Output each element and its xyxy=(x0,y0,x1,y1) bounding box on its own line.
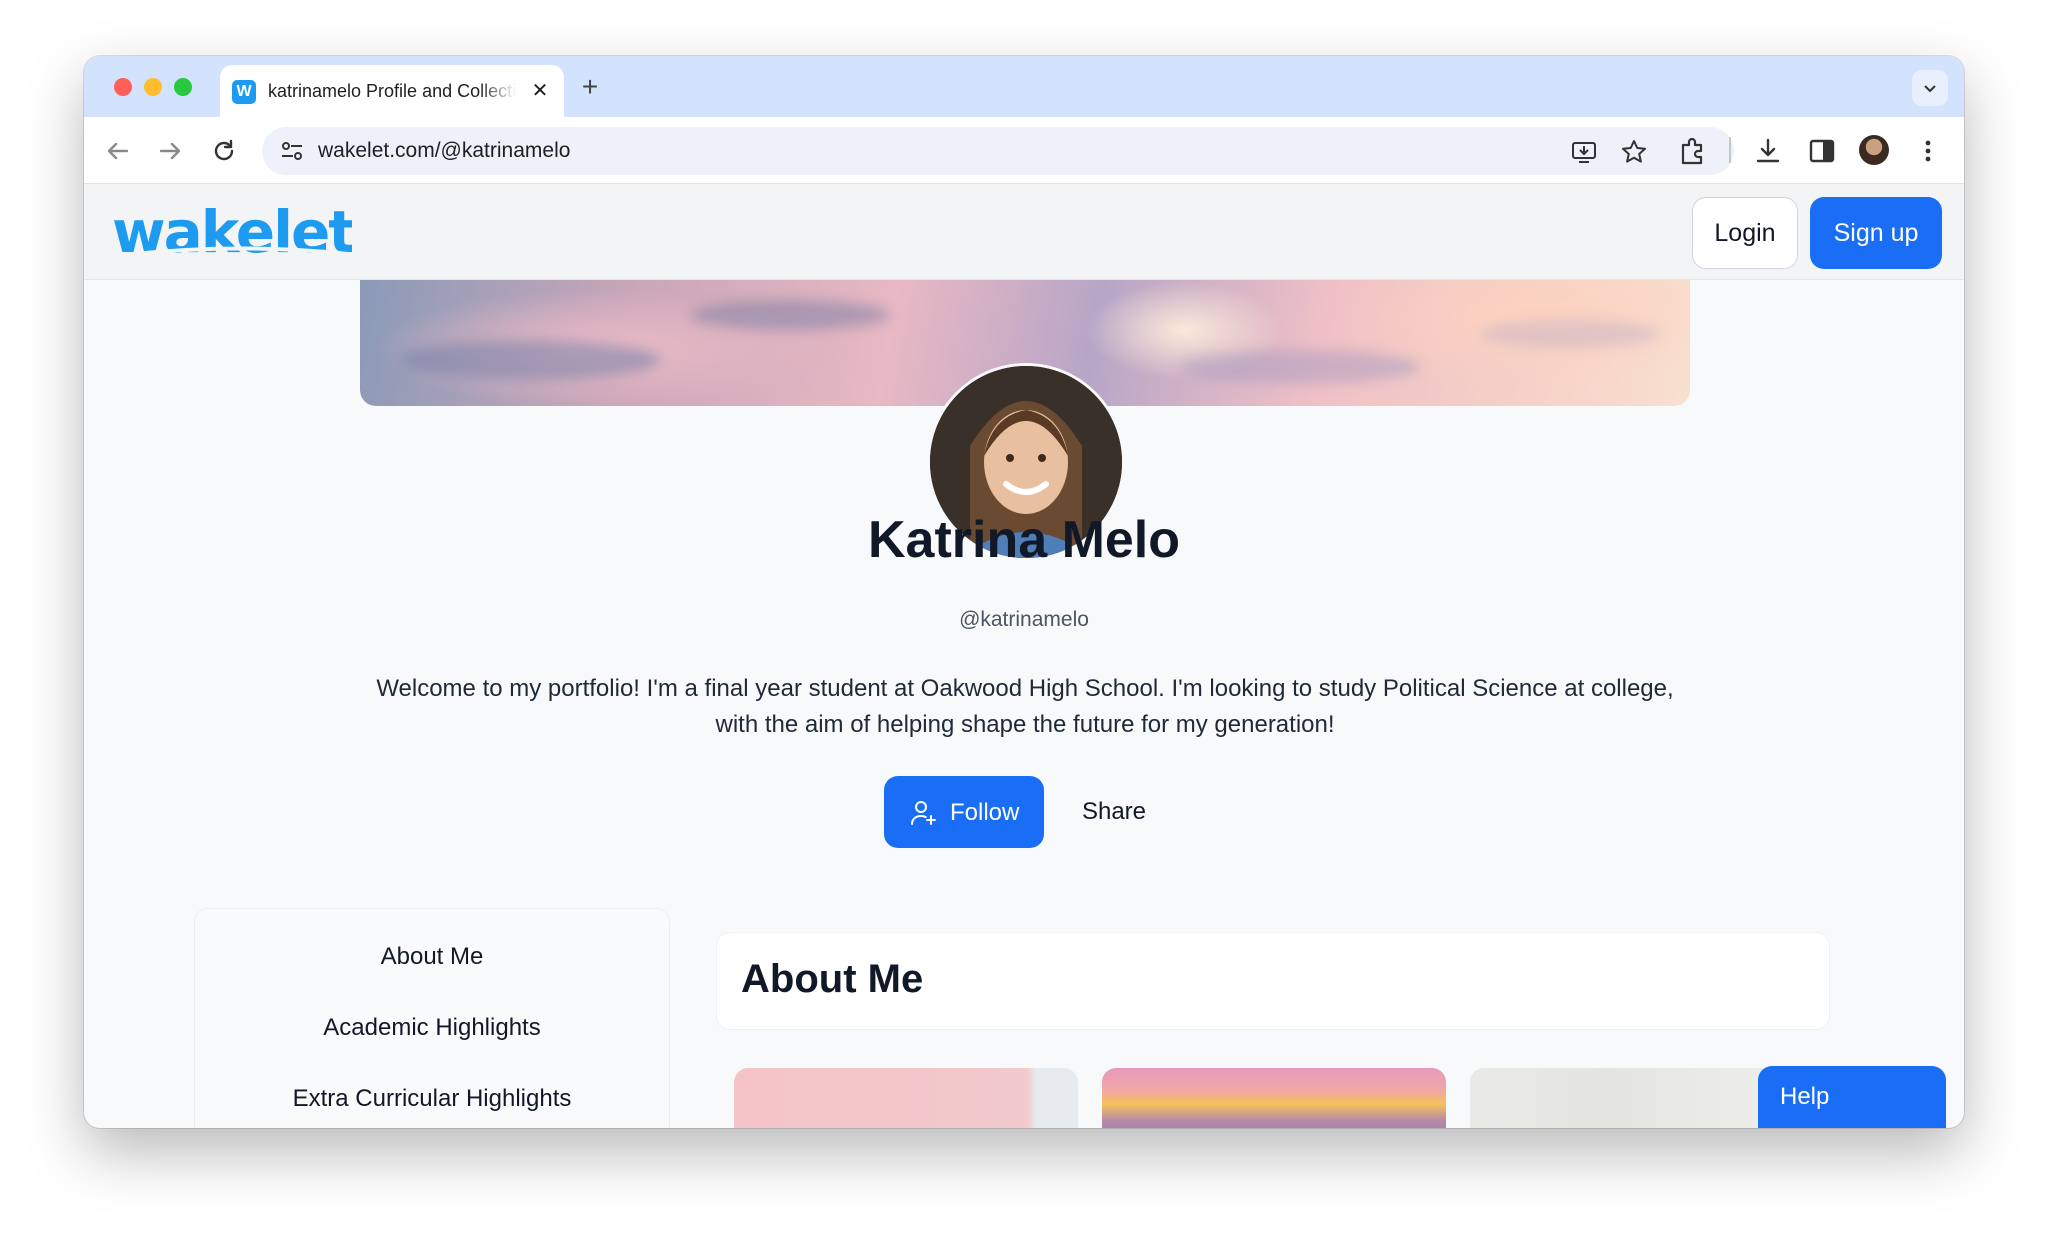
section-nav: About Me Academic Highlights Extra Curri… xyxy=(194,908,670,1128)
site-header: wakelet Login Sign up xyxy=(84,184,1964,280)
site-settings-icon[interactable] xyxy=(280,139,304,168)
toolbar-divider xyxy=(1729,137,1731,163)
back-arrow-icon[interactable] xyxy=(102,135,134,167)
profile-bio: Welcome to my portfolio! I'm a final yea… xyxy=(376,675,1674,738)
close-window-button[interactable] xyxy=(114,78,132,96)
install-app-icon[interactable] xyxy=(1570,138,1598,171)
section-header-card: About Me xyxy=(716,932,1830,1030)
address-bar[interactable]: wakelet.com/@katrinamelo xyxy=(262,127,1734,175)
side-panel-icon[interactable] xyxy=(1806,135,1838,167)
download-icon[interactable] xyxy=(1752,135,1784,167)
share-button[interactable]: Share xyxy=(1064,776,1164,848)
tab-close-icon[interactable]: ✕ xyxy=(526,77,554,105)
new-tab-icon[interactable]: + xyxy=(576,73,604,102)
tab-list-chevron-icon[interactable] xyxy=(1912,70,1948,106)
browser-window: W katrinamelo Profile and Collections | … xyxy=(84,56,1964,1128)
login-button[interactable]: Login xyxy=(1692,197,1798,269)
minimize-window-button[interactable] xyxy=(144,78,162,96)
tab-strip: W katrinamelo Profile and Collections | … xyxy=(84,56,1964,117)
add-user-icon xyxy=(911,801,936,825)
nav-item-about-me[interactable]: About Me xyxy=(195,943,669,971)
follow-label: Follow xyxy=(950,799,1020,826)
more-menu-icon[interactable] xyxy=(1912,135,1944,167)
bookmark-star-icon[interactable] xyxy=(1620,138,1648,171)
tab-title: katrinamelo Profile and Collections | Wa… xyxy=(268,81,516,101)
follow-button[interactable]: Follow xyxy=(884,776,1044,848)
extensions-icon[interactable] xyxy=(1676,135,1708,167)
signup-button[interactable]: Sign up xyxy=(1810,197,1942,269)
profile-name: Katrina Melo xyxy=(867,511,1181,569)
collection-card[interactable] xyxy=(1102,1068,1446,1128)
browser-tab[interactable]: W katrinamelo Profile and Collections | … xyxy=(220,65,564,117)
maximize-window-button[interactable] xyxy=(174,78,192,96)
reload-icon[interactable] xyxy=(208,135,240,167)
forward-arrow-icon[interactable] xyxy=(154,135,186,167)
browser-toolbar: wakelet.com/@katrinamelo xyxy=(84,117,1964,184)
profile-avatar-icon[interactable] xyxy=(1859,135,1889,165)
section-title: About Me xyxy=(741,957,924,1001)
nav-item-extra-curricular-highlights[interactable]: Extra Curricular Highlights xyxy=(195,1085,669,1113)
collection-card[interactable] xyxy=(734,1068,1078,1128)
url-text: wakelet.com/@katrinamelo xyxy=(318,139,571,162)
nav-item-academic-highlights[interactable]: Academic Highlights xyxy=(195,1014,669,1042)
wakelet-favicon-icon: W xyxy=(232,80,256,104)
page-content: wakelet Login Sign up Katrina Melo @katr… xyxy=(84,184,1964,1128)
wakelet-logo[interactable]: wakelet xyxy=(112,202,352,262)
help-button[interactable]: Help xyxy=(1758,1066,1946,1128)
profile-handle: @katrinamelo xyxy=(959,608,1089,631)
